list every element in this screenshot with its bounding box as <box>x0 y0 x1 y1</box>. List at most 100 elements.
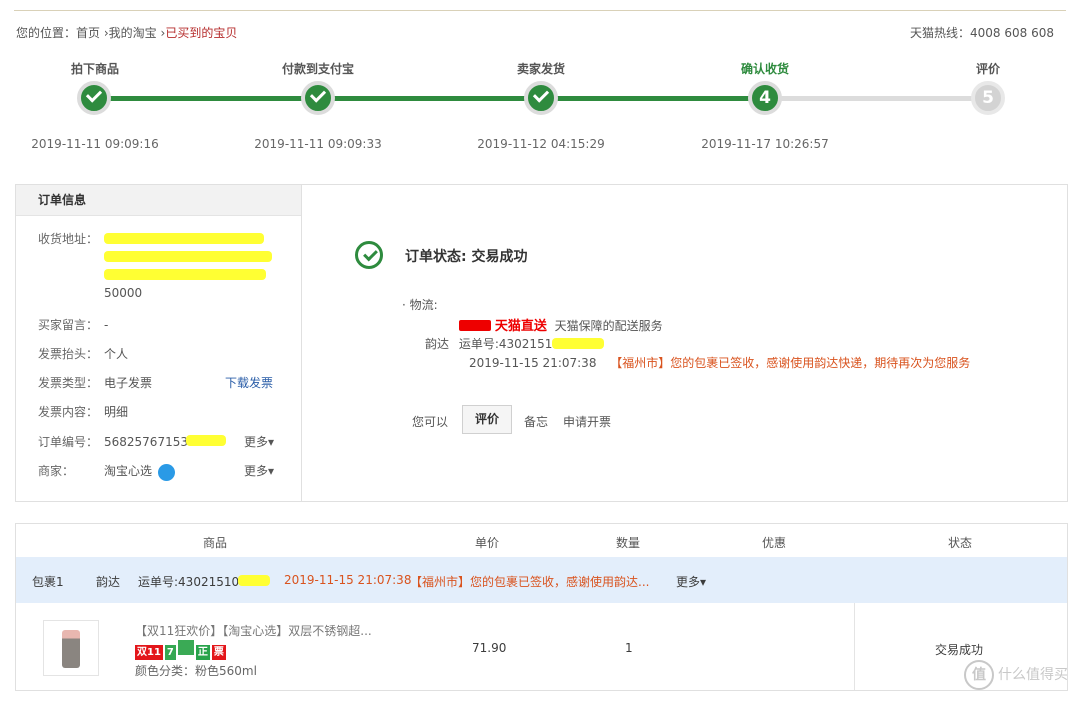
order-number-value: 568257671539 <box>104 435 196 449</box>
step-4-time: 2019-11-17 10:26:57 <box>701 137 829 151</box>
order-number-label: 订单编号： <box>38 435 99 449</box>
merchant-name[interactable]: 淘宝心选 <box>104 464 152 478</box>
package-carrier: 韵达 <box>96 575 121 589</box>
address-redacted-1 <box>104 233 264 244</box>
order-number-redacted <box>186 435 226 446</box>
tracking-message: 【福州市】您的包裹已签收，感谢使用韵达快递，期待再次为您服务 <box>610 356 971 370</box>
review-button[interactable]: 评价 <box>462 405 512 434</box>
bottle-image <box>62 630 80 668</box>
tag-invoice: 票 <box>211 645 226 660</box>
chat-icon[interactable] <box>158 464 175 481</box>
address-redacted-3 <box>104 269 266 280</box>
step-4-number: 4 <box>748 81 782 115</box>
success-check-icon <box>355 241 383 269</box>
watermark: 值什么值得买 <box>964 660 1068 690</box>
status-column-divider <box>854 603 855 690</box>
order-info-panel: 订单信息 收货地址： 50000 买家留言： - 发票抬头： 个人 发票类型： 电子发… <box>15 184 1068 502</box>
merchant-label: 商家： <box>38 464 75 478</box>
waybill-label: 运单号: <box>458 337 499 351</box>
package-more-toggle[interactable]: 更多▾ <box>676 573 706 590</box>
breadcrumb-mytaobao[interactable]: 我的淘宝 <box>109 26 157 40</box>
step-5-number: 5 <box>971 81 1005 115</box>
package-message: 【福州市】您的包裹已签收，感谢使用韵达... <box>410 575 650 589</box>
product-thumbnail[interactable] <box>43 620 99 676</box>
progress-track-done <box>94 96 766 101</box>
package-time: 2019-11-15 21:07:38 <box>284 573 412 587</box>
order-number-row: 订单编号： 568257671539 <box>38 433 196 450</box>
step-5-label: 评价 <box>975 62 1001 76</box>
package-row: 包裹1 韵达 运单号:430215104 2019-11-15 21:07:38… <box>16 557 1067 603</box>
invoice-content-value: 明细 <box>104 405 129 419</box>
hotline: 天猫热线：4008 608 608 <box>910 26 1054 40</box>
product-tags: 双11 7 正票 <box>135 640 228 660</box>
carrier-name: 韵达 <box>425 337 450 351</box>
progress-track-todo <box>766 96 988 101</box>
invoice-type-row: 发票类型： 电子发票 <box>38 374 152 391</box>
package-waybill-redacted <box>238 575 270 586</box>
breadcrumb-home[interactable]: 首页 <box>76 26 100 40</box>
tmall-direct-name: 天猫直送 <box>494 319 547 334</box>
invoice-title-row: 发票抬头： 个人 <box>38 345 128 362</box>
column-header-price: 单价 <box>474 536 500 550</box>
tmall-direct-row: 天猫直送 天猫保障的配送服务 <box>459 315 663 334</box>
waybill-row: 韵达 运单号:4302151 <box>425 335 605 352</box>
column-header-quantity: 数量 <box>615 536 641 550</box>
order-status-text: 订单状态: 交易成功 <box>405 249 528 265</box>
waybill-redacted <box>552 338 605 349</box>
address-label: 收货地址： <box>38 232 99 246</box>
watermark-text: 什么值得买 <box>998 667 1068 683</box>
step-2-label: 付款到支付宝 <box>281 62 355 76</box>
address-zip: 50000 <box>104 286 143 300</box>
package-waybill: 运单号:430215104 <box>138 575 247 589</box>
address-row: 收货地址： <box>38 230 104 247</box>
invoice-content-row: 发票内容： 明细 <box>38 403 128 420</box>
tmall-logo-icon <box>459 320 491 331</box>
order-more-toggle[interactable]: 更多▾ <box>244 433 274 450</box>
order-info-sidebar: 订单信息 收货地址： 50000 买家留言： - 发票抬头： 个人 发票类型： 电子发… <box>16 185 302 501</box>
product-price: 71.90 <box>472 641 507 655</box>
buyer-message-label: 买家留言： <box>38 318 99 332</box>
breadcrumb-current[interactable]: 已买到的宝贝 <box>165 26 237 40</box>
product-title[interactable]: 【双11狂欢价】【淘宝心选】双层不锈钢超... <box>135 622 372 639</box>
address-redacted-2 <box>104 251 272 262</box>
invoice-title-label: 发票抬头： <box>38 347 99 361</box>
step-1-check-icon <box>77 81 111 115</box>
step-4-label: 确认收货 <box>740 62 790 76</box>
step-3-label: 卖家发货 <box>516 62 566 76</box>
apply-invoice-link[interactable]: 申请开票 <box>563 413 611 430</box>
order-info-title: 订单信息 <box>16 185 301 216</box>
tag-double11: 双11 <box>135 645 163 660</box>
watermark-logo-icon: 值 <box>964 660 994 690</box>
memo-link[interactable]: 备忘 <box>524 413 548 430</box>
actions-label: 您可以 <box>412 415 449 429</box>
column-header-product: 商品 <box>202 536 228 550</box>
invoice-content-label: 发票内容： <box>38 405 99 419</box>
product-quantity: 1 <box>625 641 633 655</box>
invoice-type-label: 发票类型： <box>38 376 99 390</box>
order-items-table: 商品 单价 数量 优惠 状态 包裹1 韵达 运单号:430215104 2019… <box>15 523 1068 691</box>
top-divider <box>14 10 1066 11</box>
logistics-label: · 物流: <box>402 298 438 312</box>
buyer-message-value: - <box>104 318 109 332</box>
invoice-type-value: 电子发票 <box>104 376 153 390</box>
step-1-time: 2019-11-11 09:09:16 <box>31 137 159 151</box>
tag-7day-return: 7 <box>164 645 176 660</box>
download-invoice-link[interactable]: 下载发票 <box>225 374 273 391</box>
merchant-more-toggle[interactable]: 更多▾ <box>244 462 274 479</box>
column-header-status: 状态 <box>947 536 973 550</box>
merchant-row: 商家： 淘宝心选 <box>38 462 152 479</box>
tag-genuine: 正 <box>195 645 210 660</box>
waybill-number: 4302151 <box>498 337 553 351</box>
package-name: 包裹1 <box>32 575 64 589</box>
tracking-time: 2019-11-15 21:07:38 <box>469 356 597 370</box>
step-2-check-icon <box>301 81 335 115</box>
invoice-title-value: 个人 <box>104 347 129 361</box>
tag-guarantee-icon <box>177 640 194 655</box>
column-header-discount: 优惠 <box>761 536 787 550</box>
step-1-label: 拍下商品 <box>70 62 120 76</box>
breadcrumb: 您的位置：首页 ›我的淘宝 ›已买到的宝贝 <box>16 24 237 41</box>
step-3-check-icon <box>524 81 558 115</box>
step-2-time: 2019-11-11 09:09:33 <box>254 137 382 151</box>
breadcrumb-prefix: 您的位置： <box>16 26 77 40</box>
product-status: 交易成功 <box>935 643 984 657</box>
